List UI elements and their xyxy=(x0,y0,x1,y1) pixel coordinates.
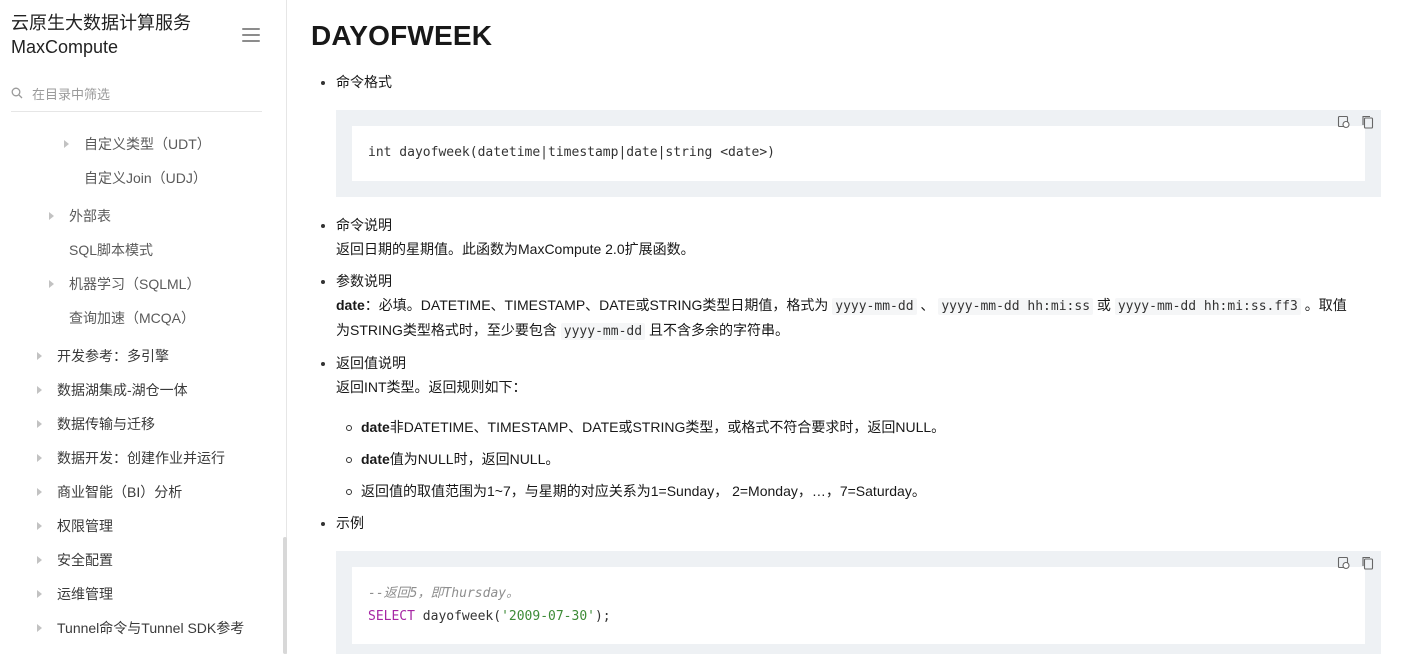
example-code-panel: --返回5，即Thursday。 SELECT dayofweek('2009-… xyxy=(352,567,1365,644)
param-text-2: 。取值 xyxy=(1304,297,1347,313)
sidebar-item-data-migration[interactable]: 数据传输与迁移 xyxy=(57,413,155,435)
caret-right-icon[interactable] xyxy=(37,488,42,496)
return-rule-1: date非DATETIME、TIMESTAMP、DATE或STRING类型，或格… xyxy=(361,417,945,437)
app-root: 云原生大数据计算服务 MaxCompute 自定义类型（UDT） 自定义Join… xyxy=(0,0,1404,654)
list-bullet xyxy=(321,81,325,85)
rule-2-param: date xyxy=(361,451,390,467)
brand-line-1: 云原生大数据计算服务 xyxy=(11,13,191,33)
sql-string-literal: '2009-07-30' xyxy=(501,609,595,624)
toc-filter-input[interactable] xyxy=(32,85,257,103)
separator-2: 或 xyxy=(1096,297,1111,313)
caret-right-icon[interactable] xyxy=(37,556,42,564)
sidebar-item-external-table[interactable]: 外部表 xyxy=(69,205,111,227)
toc-filter xyxy=(11,84,262,112)
caret-right-icon[interactable] xyxy=(37,624,42,632)
article-content: DAYOFWEEK 命令格式 int dayofweek(datetime|ti… xyxy=(287,0,1404,654)
caret-right-icon[interactable] xyxy=(37,386,42,394)
sidebar-item-tunnel[interactable]: Tunnel命令与Tunnel SDK参考 xyxy=(57,617,244,639)
return-rule-3: 返回值的取值范围为1~7，与星期的对应关系为1=Sunday， 2=Monday… xyxy=(361,483,926,499)
return-text: 返回INT类型。返回规则如下： xyxy=(336,379,527,395)
sub-list-bullet xyxy=(346,457,352,463)
param-line-1: date：必填。DATETIME、TIMESTAMP、DATE或STRING类型… xyxy=(336,295,1347,317)
inline-code-format-4: yyyy-mm-dd xyxy=(560,323,646,340)
syntax-code-line[interactable]: int dayofweek(datetime|timestamp|date|st… xyxy=(368,144,775,162)
list-bullet xyxy=(321,522,325,526)
hamburger-menu-icon[interactable] xyxy=(242,28,260,44)
param-text-1: ：必填。DATETIME、TIMESTAMP、DATE或STRING类型日期值，… xyxy=(364,297,829,313)
list-bullet xyxy=(321,280,325,284)
return-rule-2: date值为NULL时，返回NULL。 xyxy=(361,449,559,469)
sub-list-bullet xyxy=(346,425,352,431)
caret-right-icon[interactable] xyxy=(37,420,42,428)
run-code-icon[interactable] xyxy=(1337,556,1351,570)
run-code-icon[interactable] xyxy=(1337,115,1351,129)
sidebar-item-bi[interactable]: 商业智能（BI）分析 xyxy=(57,481,182,503)
example-code-block: --返回5，即Thursday。 SELECT dayofweek('2009-… xyxy=(336,551,1381,654)
param-name: date xyxy=(336,297,365,313)
sub-list-bullet xyxy=(346,489,352,495)
sidebar-item-udt[interactable]: 自定义类型（UDT） xyxy=(84,133,211,155)
inline-code-format-2: yyyy-mm-dd hh:mi:ss xyxy=(938,298,1094,315)
list-bullet xyxy=(321,362,325,366)
inline-code-format-1: yyyy-mm-dd xyxy=(832,298,917,315)
section-params-heading: 参数说明 xyxy=(336,273,392,289)
section-syntax-heading: 命令格式 xyxy=(336,74,392,90)
description-text: 返回日期的星期值。此函数为MaxCompute 2.0扩展函数。 xyxy=(336,241,695,257)
sql-function: dayofweek( xyxy=(414,609,502,624)
example-comment-line[interactable]: --返回5，即Thursday。 xyxy=(368,585,519,603)
caret-right-icon[interactable] xyxy=(49,280,54,288)
copy-icon[interactable] xyxy=(1361,556,1375,570)
sidebar-item-mcqa[interactable]: 查询加速（MCQA） xyxy=(69,307,195,329)
list-bullet xyxy=(321,224,325,228)
sidebar-item-permissions[interactable]: 权限管理 xyxy=(57,515,113,537)
caret-right-icon[interactable] xyxy=(64,140,69,148)
rule-2-text: 值为NULL时，返回NULL。 xyxy=(389,451,560,467)
section-description-heading: 命令说明 xyxy=(336,217,392,233)
sidebar-item-sql-script[interactable]: SQL脚本模式 xyxy=(69,239,153,261)
param-line-2: 为STRING类型格式时，至少要包含 yyyy-mm-dd 且不含多余的字符串。 xyxy=(336,320,789,342)
caret-right-icon[interactable] xyxy=(49,212,54,220)
param-text-3: 为STRING类型格式时，至少要包含 xyxy=(336,322,557,338)
example-sql-line[interactable]: SELECT dayofweek('2009-07-30'); xyxy=(368,608,611,626)
sidebar: 云原生大数据计算服务 MaxCompute 自定义类型（UDT） 自定义Join… xyxy=(0,0,287,654)
caret-right-icon[interactable] xyxy=(37,590,42,598)
syntax-code-panel: int dayofweek(datetime|timestamp|date|st… xyxy=(352,126,1365,181)
sql-end: ); xyxy=(594,609,611,624)
caret-right-icon[interactable] xyxy=(37,352,42,360)
caret-right-icon[interactable] xyxy=(37,522,42,530)
param-text-4: 且不含多余的字符串。 xyxy=(648,322,789,338)
brand-title[interactable]: 云原生大数据计算服务 MaxCompute xyxy=(11,11,191,59)
search-icon xyxy=(11,87,23,99)
sidebar-item-multi-engine[interactable]: 开发参考：多引擎 xyxy=(57,345,169,367)
sidebar-item-data-dev[interactable]: 数据开发：创建作业并运行 xyxy=(57,447,225,469)
rule-1-text: 非DATETIME、TIMESTAMP、DATE或STRING类型，或格式不符合… xyxy=(389,419,946,435)
separator-1: 、 xyxy=(920,297,935,313)
section-example-heading: 示例 xyxy=(336,515,364,531)
section-return-heading: 返回值说明 xyxy=(336,355,406,371)
sidebar-item-ops[interactable]: 运维管理 xyxy=(57,583,113,605)
sidebar-item-security[interactable]: 安全配置 xyxy=(57,549,113,571)
inline-code-format-3: yyyy-mm-dd hh:mi:ss.ff3 xyxy=(1114,298,1301,315)
sidebar-item-udj[interactable]: 自定义Join（UDJ） xyxy=(84,167,207,189)
caret-right-icon[interactable] xyxy=(37,454,42,462)
sidebar-item-sqlml[interactable]: 机器学习（SQLML） xyxy=(69,273,200,295)
copy-icon[interactable] xyxy=(1361,115,1375,129)
brand-line-2: MaxCompute xyxy=(11,37,119,57)
sidebar-item-lakehouse[interactable]: 数据湖集成-湖仓一体 xyxy=(57,379,188,401)
page-title: DAYOFWEEK xyxy=(311,20,493,51)
sql-keyword: SELECT xyxy=(368,609,415,624)
rule-1-param: date xyxy=(361,419,390,435)
syntax-code-block: int dayofweek(datetime|timestamp|date|st… xyxy=(336,110,1381,197)
